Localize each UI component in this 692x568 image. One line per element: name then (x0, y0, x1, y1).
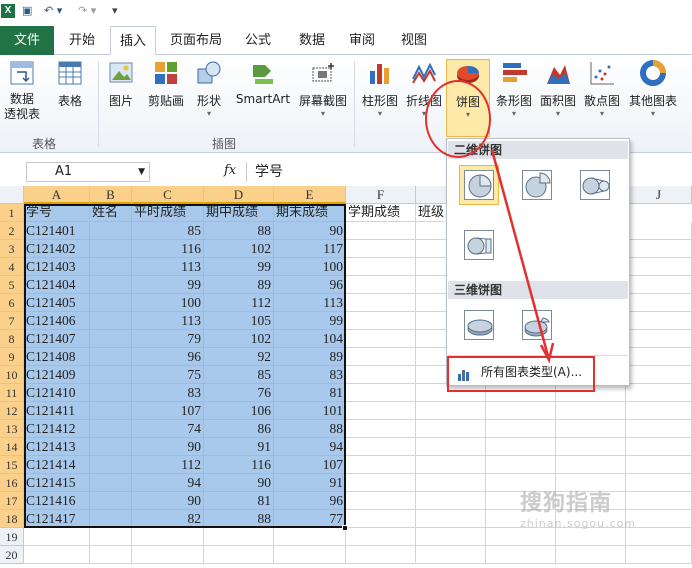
watermark-text: 搜狗指南 (520, 491, 613, 516)
watermark-url: zhinan.sogou.com (520, 517, 637, 530)
watermark: 搜狗指南 zhinan.sogou.com (520, 485, 690, 545)
annotation-arrow (490, 149, 555, 364)
